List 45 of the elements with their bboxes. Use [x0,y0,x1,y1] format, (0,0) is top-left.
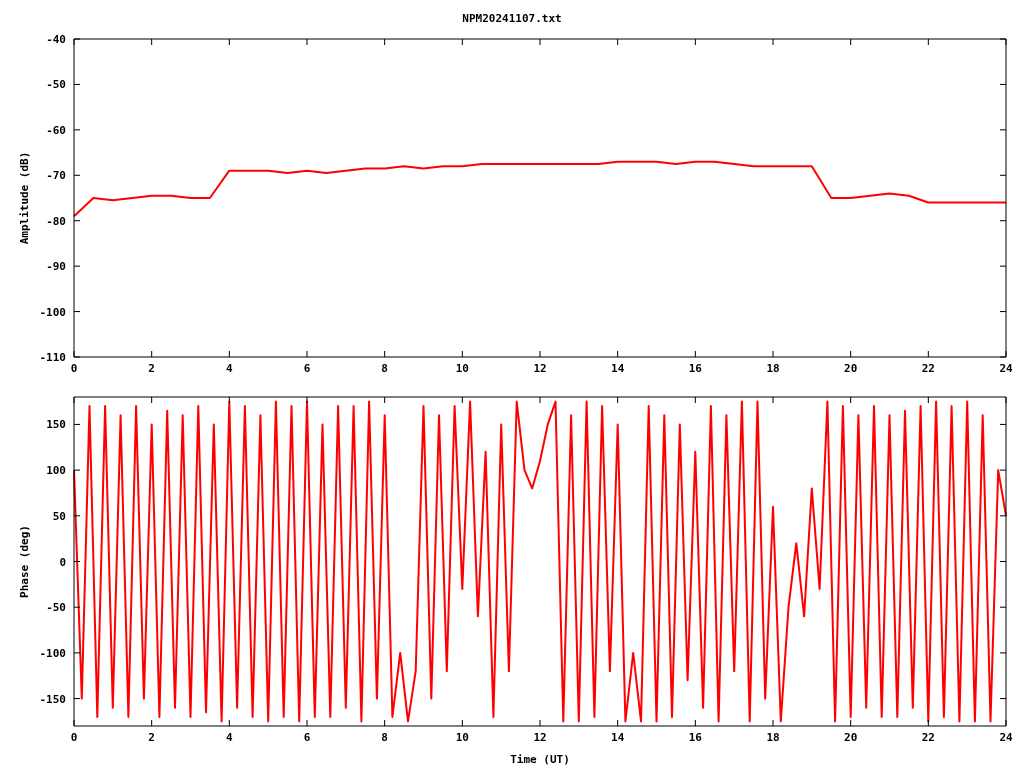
tick-label: 100 [46,464,66,478]
tick-label: 6 [303,731,311,744]
tick-label: -50 [46,601,66,615]
y-axis-title: Phase (deg) [18,525,31,598]
tick-label: -90 [46,260,66,274]
tick-label: 8 [381,362,388,375]
tick-label: 50 [52,509,66,523]
tick-label: -40 [46,33,66,46]
tick-label: 12 [533,362,547,375]
tick-label: 24 [999,731,1013,744]
tick-label: -100 [39,305,66,319]
x-axis-title: Time (UT) [510,753,570,766]
tick-label: 20 [844,362,858,375]
tick-label: 4 [226,731,233,744]
tick-label: 22 [921,362,935,375]
tick-label: -70 [46,169,66,183]
tick-label: 0 [59,555,66,569]
tick-label: 14 [611,362,625,375]
tick-label: 4 [226,362,233,375]
tick-label: -50 [46,78,66,92]
y-axis-title: Amplitude (dB) [18,151,31,245]
tick-label: 10 [455,362,469,375]
tick-label: -150 [39,692,66,706]
tick-label: 8 [381,731,388,744]
tick-label: 2 [148,731,155,744]
tick-label: 16 [688,362,702,375]
tick-label: 16 [688,731,702,744]
tick-label: 20 [844,731,858,744]
tick-label: -100 [39,646,66,660]
tick-label: -80 [46,214,66,228]
tick-label: -60 [46,123,66,137]
tick-label: 10 [455,731,469,744]
chart-title: NPM20241107.txt [462,12,562,25]
tick-label: 0 [70,362,78,375]
tick-label: 18 [766,731,780,744]
tick-label: 14 [611,731,625,744]
tick-label: 22 [921,731,935,744]
tick-label: 18 [766,362,780,375]
tick-label: 150 [46,418,66,432]
tick-label: 24 [999,362,1013,375]
tick-label: 2 [148,362,155,375]
tick-label: 0 [70,731,78,744]
tick-label: 6 [303,362,311,375]
tick-label: -110 [39,351,66,364]
tick-label: 12 [533,731,547,744]
